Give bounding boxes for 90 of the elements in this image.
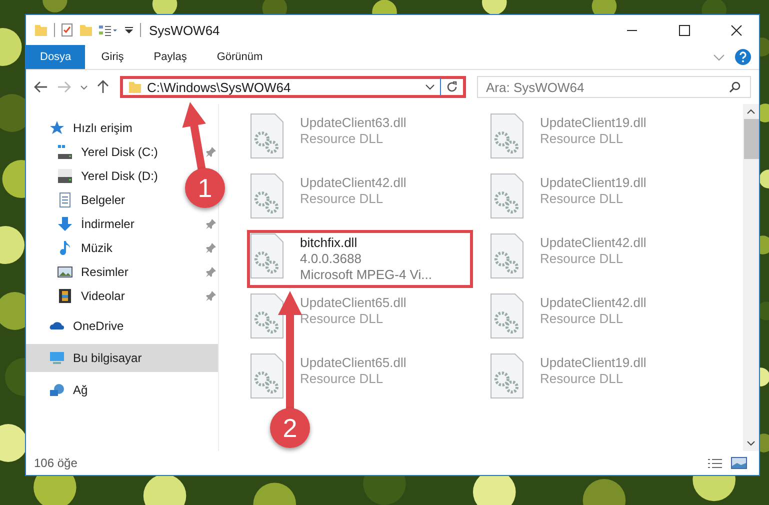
item-count: 106 öğe	[34, 456, 78, 470]
file-name: UpdateClient65.dll	[300, 355, 406, 370]
file-name: UpdateClient19.dll	[540, 355, 646, 370]
file-name: UpdateClient19.dll	[540, 175, 646, 190]
nav-item[interactable]: Ağ	[26, 376, 218, 404]
pin-icon[interactable]	[206, 267, 216, 277]
ribbon-tab[interactable]: Paylaş	[140, 45, 201, 69]
gear-file-icon[interactable]	[250, 233, 284, 279]
download-arrow-icon	[57, 216, 73, 232]
close-icon[interactable]	[730, 24, 742, 36]
scrollbar-thumb[interactable]	[744, 119, 758, 159]
file-description: Resource DLL	[540, 371, 624, 386]
chevron-down-icon[interactable]	[747, 441, 755, 446]
ribbon-tab[interactable]: Görünüm	[202, 45, 277, 69]
drive-icon	[57, 168, 73, 184]
nav-item[interactable]: Belgeler	[81, 193, 126, 207]
details-view-icon[interactable]	[707, 458, 723, 468]
file-description: Resource DLL	[540, 311, 624, 326]
highlighted-file-tile[interactable]: bitchfix.dll 4.0.0.3688 Microsoft MPEG-4 Vi...	[247, 230, 473, 288]
gear-file-icon[interactable]	[490, 293, 524, 339]
view-list-icon[interactable]	[99, 24, 118, 36]
nav-item[interactable]: Bu bilgisayar	[26, 344, 218, 372]
ribbon-tab[interactable]: Giriş	[87, 45, 138, 69]
up-arrow-icon[interactable]	[97, 80, 109, 94]
nav-item[interactable]: Yerel Disk (D:)	[81, 169, 158, 183]
nav-item[interactable]: OneDrive	[26, 312, 218, 340]
folder-icon	[128, 81, 142, 93]
back-arrow-icon[interactable]	[34, 81, 48, 93]
gear-file-icon[interactable]	[490, 233, 524, 279]
pin-icon[interactable]	[206, 291, 216, 301]
checklist-icon[interactable]	[61, 23, 73, 37]
file-name: UpdateClient42.dll	[540, 295, 646, 310]
maximize-icon[interactable]	[678, 24, 690, 36]
help-icon[interactable]	[735, 49, 751, 65]
nav-item[interactable]: İndirmeler	[81, 217, 134, 231]
file-description: Resource DLL	[300, 131, 384, 146]
chevron-down-icon[interactable]	[425, 84, 435, 90]
drive-icon	[57, 144, 73, 160]
gear-file-icon[interactable]	[250, 353, 284, 399]
search-field[interactable]: Ara: SysWOW64	[477, 76, 751, 98]
gear-file-icon[interactable]	[490, 353, 524, 399]
nav-item[interactable]: Resimler	[81, 265, 128, 279]
gear-file-icon[interactable]	[250, 173, 284, 219]
file-name: UpdateClient65.dll	[300, 295, 406, 310]
gear-file-icon[interactable]	[490, 113, 524, 159]
file-name: UpdateClient42.dll	[300, 175, 406, 190]
address-path: C:\Windows\SysWOW64	[147, 80, 291, 94]
file-name: bitchfix.dll	[300, 235, 358, 250]
nav-item[interactable]: Videolar	[81, 289, 125, 303]
tiles-view-icon[interactable]	[731, 457, 747, 469]
refresh-icon[interactable]	[446, 81, 458, 93]
nav-item[interactable]: Müzik	[81, 241, 112, 255]
star-icon	[49, 121, 65, 135]
search-icon	[729, 81, 741, 93]
file-description: Resource DLL	[300, 191, 384, 206]
file-name: UpdateClient19.dll	[540, 115, 646, 130]
file-description: Microsoft MPEG-4 Vi...	[300, 267, 432, 282]
music-note-icon	[57, 240, 73, 256]
scrollbar[interactable]	[743, 104, 759, 451]
file-version: 4.0.0.3688	[300, 251, 362, 266]
ribbon-tab[interactable]: Dosya	[26, 45, 86, 69]
gear-file-icon[interactable]	[250, 113, 284, 159]
pin-icon[interactable]	[206, 147, 216, 157]
pin-icon[interactable]	[206, 219, 216, 229]
address-bar[interactable]: C:\Windows\SysWOW64	[120, 76, 466, 98]
monitor-icon	[49, 351, 65, 365]
file-description: Resource DLL	[540, 251, 624, 266]
gear-file-icon[interactable]	[250, 293, 284, 339]
gear-file-icon[interactable]	[490, 173, 524, 219]
file-description: Resource DLL	[540, 191, 624, 206]
folder-icon[interactable]	[34, 24, 48, 36]
document-icon	[57, 192, 73, 208]
file-name: UpdateClient42.dll	[540, 235, 646, 250]
chevron-down-icon[interactable]	[80, 84, 88, 90]
image-icon	[57, 264, 73, 280]
chevron-up-icon[interactable]	[747, 109, 755, 114]
nav-item[interactable]: Hızlı erişim	[26, 116, 218, 140]
film-icon	[57, 288, 73, 304]
dropdown-icon[interactable]	[124, 26, 134, 34]
network-icon	[49, 383, 65, 397]
cloud-icon	[49, 322, 65, 330]
file-description: Resource DLL	[300, 371, 384, 386]
folder-icon[interactable]	[79, 24, 93, 36]
window-title: SysWOW64	[149, 22, 220, 38]
forward-arrow-icon[interactable]	[57, 81, 71, 93]
nav-item[interactable]: Yerel Disk (C:)	[81, 145, 158, 159]
file-description: Resource DLL	[300, 311, 384, 326]
file-name: UpdateClient63.dll	[300, 115, 406, 130]
file-description: Resource DLL	[540, 131, 624, 146]
pin-icon[interactable]	[206, 243, 216, 253]
